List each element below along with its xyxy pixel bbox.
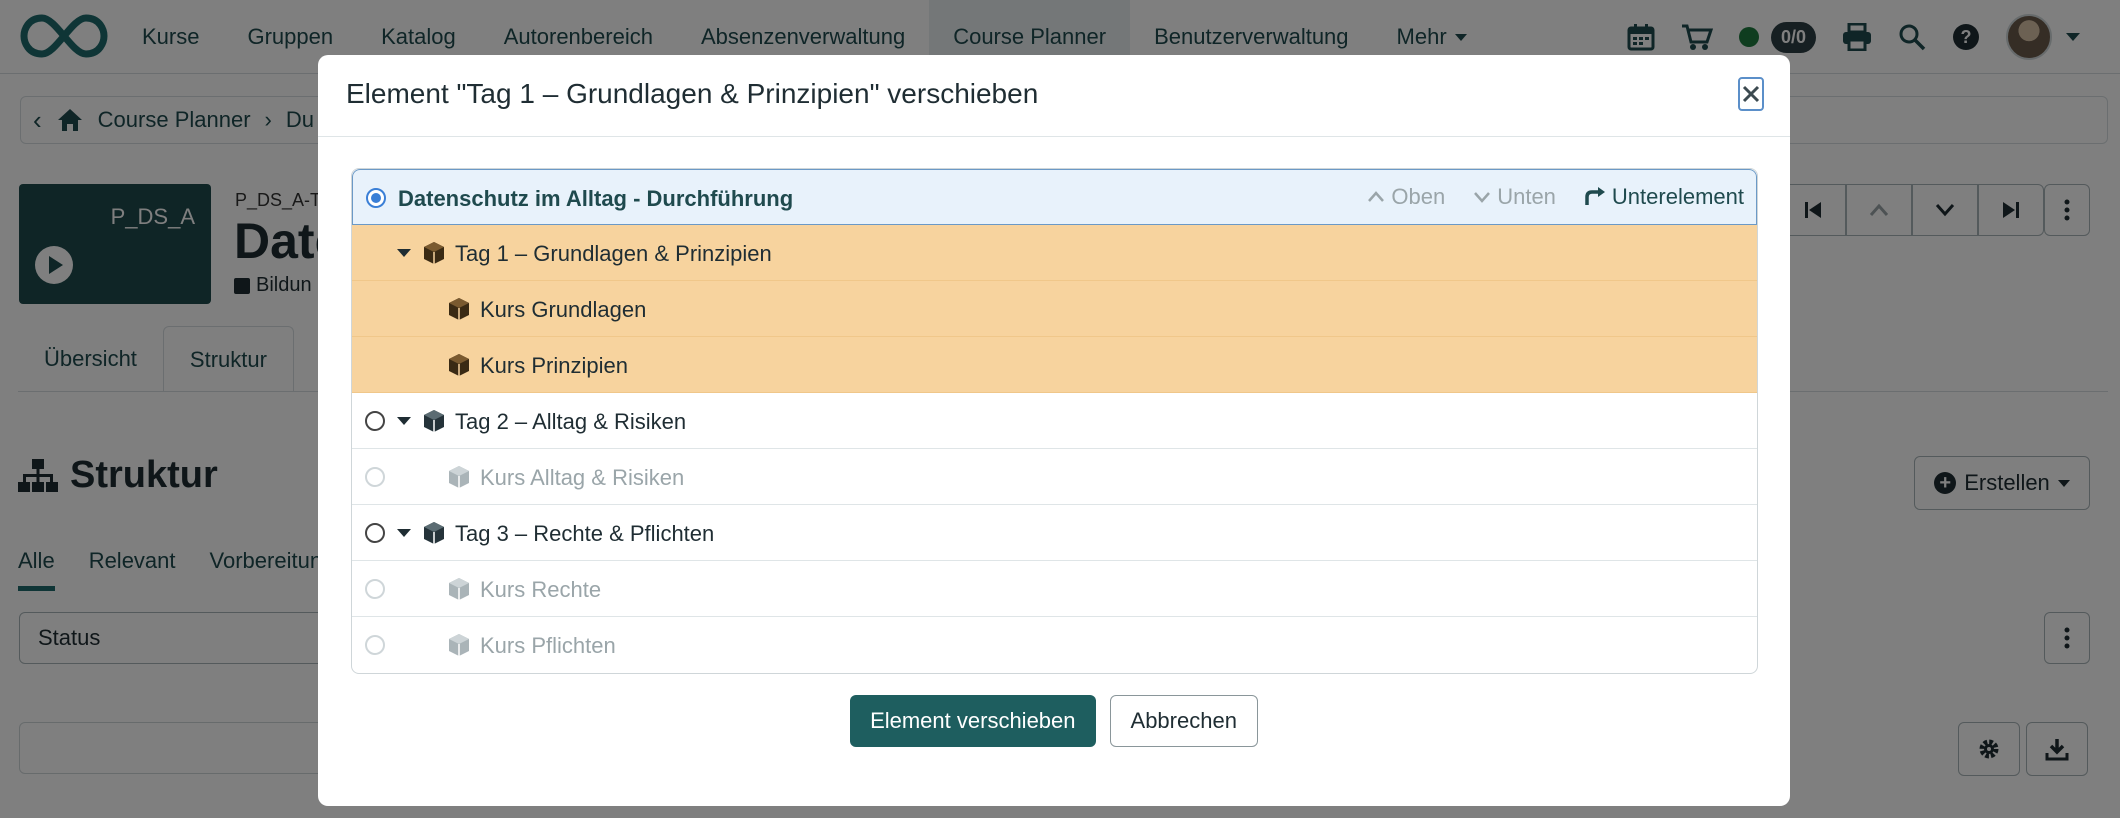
position-bottom-label: Unten [1497, 184, 1556, 209]
tree-row-tag-3[interactable]: Tag 3 – Rechte & Pflichten [352, 505, 1757, 561]
position-child-label: Unterelement [1611, 184, 1744, 209]
radio-tag-3[interactable] [365, 523, 385, 543]
tree-row-kurs-alltag-risiken: Kurs Alltag & Risiken [352, 449, 1757, 505]
radio-disabled [365, 635, 385, 655]
close-button[interactable] [1738, 77, 1764, 111]
tree-row-tag-1: Tag 1 – Grundlagen & Prinzipien [352, 225, 1757, 281]
radio-disabled [365, 579, 385, 599]
tree-row-label: Kurs Grundlagen [480, 297, 647, 322]
tree-row-label: Datenschutz im Alltag - Durchführung [398, 186, 794, 211]
expand-caret-icon[interactable] [397, 249, 411, 257]
tree-row-label: Kurs Pflichten [480, 633, 616, 658]
cube-icon [424, 410, 444, 432]
position-top-label: Oben [1391, 184, 1446, 209]
chevron-up-icon [1368, 191, 1385, 202]
tree-row-kurs-pflichten: Kurs Pflichten [352, 617, 1757, 673]
dialog-header: Element "Tag 1 – Grundlagen & Prinzipien… [318, 55, 1790, 137]
close-icon [1742, 85, 1760, 103]
tree-row-kurs-rechte: Kurs Rechte [352, 561, 1757, 617]
cube-icon [424, 242, 444, 264]
tree-row-label: Tag 2 – Alltag & Risiken [455, 409, 687, 434]
move-element-button[interactable]: Element verschieben [850, 695, 1096, 747]
move-element-dialog: Element "Tag 1 – Grundlagen & Prinzipien… [318, 55, 1790, 806]
tree-row-tag-2[interactable]: Tag 2 – Alltag & Risiken [352, 393, 1757, 449]
radio-disabled [365, 467, 385, 487]
expand-caret-icon[interactable] [397, 529, 411, 537]
radio-tag-2[interactable] [365, 411, 385, 431]
position-bottom-option[interactable]: Unten [1473, 184, 1556, 210]
cancel-button[interactable]: Abbrechen [1109, 695, 1258, 747]
cube-icon [449, 298, 469, 320]
tree-row-root[interactable]: Datenschutz im Alltag - Durchführung Obe… [352, 169, 1757, 225]
cube-icon [424, 522, 444, 544]
position-actions: Oben Unten Unterelement [1367, 184, 1744, 210]
position-top-option[interactable]: Oben [1367, 184, 1445, 210]
cube-icon [449, 466, 469, 488]
cube-icon [449, 634, 469, 656]
cube-icon [449, 578, 469, 600]
target-tree: Datenschutz im Alltag - Durchführung Obe… [351, 168, 1758, 674]
cube-icon [449, 354, 469, 376]
chevron-down-icon [1474, 192, 1491, 203]
dialog-footer: Element verschieben Abbrechen [318, 695, 1790, 747]
position-child-option[interactable]: Unterelement [1584, 184, 1744, 210]
tree-row-label: Tag 3 – Rechte & Pflichten [455, 521, 715, 546]
dialog-title: Element "Tag 1 – Grundlagen & Prinzipien… [346, 78, 1039, 109]
tree-row-label: Kurs Rechte [480, 577, 602, 602]
tree-row-label: Kurs Prinzipien [480, 353, 628, 378]
tree-row-kurs-prinzipien: Kurs Prinzipien [352, 337, 1757, 393]
tree-row-label: Tag 1 – Grundlagen & Prinzipien [455, 241, 772, 266]
turn-right-arrow-icon [1585, 187, 1605, 205]
tree-row-kurs-grundlagen: Kurs Grundlagen [352, 281, 1757, 337]
expand-caret-icon[interactable] [397, 417, 411, 425]
radio-root[interactable] [366, 188, 386, 208]
tree-row-label: Kurs Alltag & Risiken [480, 465, 685, 490]
